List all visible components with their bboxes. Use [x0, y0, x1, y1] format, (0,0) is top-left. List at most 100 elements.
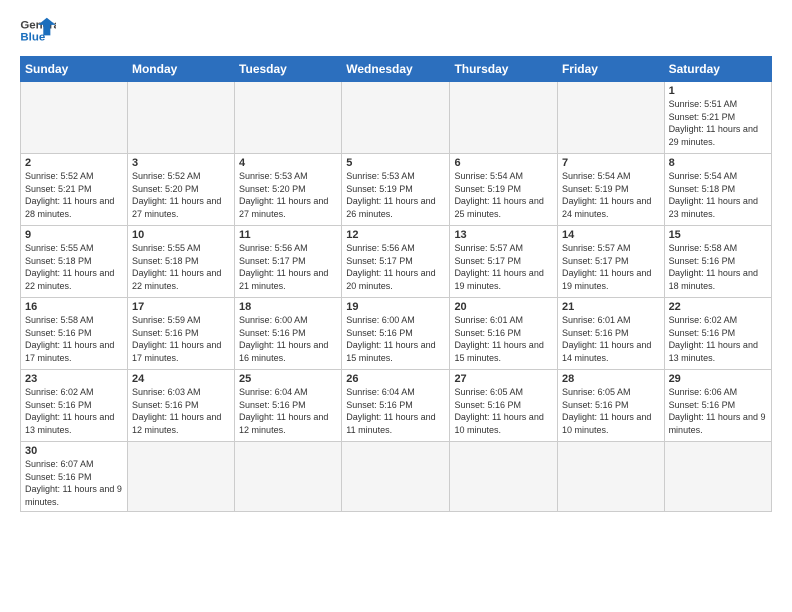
day-number: 13: [454, 229, 553, 241]
day-info: Sunrise: 5:52 AM Sunset: 5:20 PM Dayligh…: [132, 170, 230, 220]
day-info: Sunrise: 5:55 AM Sunset: 5:18 PM Dayligh…: [25, 242, 123, 292]
calendar-cell: 8Sunrise: 5:54 AM Sunset: 5:18 PM Daylig…: [664, 154, 771, 226]
calendar-cell: [342, 82, 450, 154]
calendar-cell: 23Sunrise: 6:02 AM Sunset: 5:16 PM Dayli…: [21, 370, 128, 442]
calendar-cell: 11Sunrise: 5:56 AM Sunset: 5:17 PM Dayli…: [235, 226, 342, 298]
week-row-5: 23Sunrise: 6:02 AM Sunset: 5:16 PM Dayli…: [21, 370, 772, 442]
calendar-cell: 9Sunrise: 5:55 AM Sunset: 5:18 PM Daylig…: [21, 226, 128, 298]
logo-icon: General Blue: [20, 16, 56, 46]
calendar-cell: 2Sunrise: 5:52 AM Sunset: 5:21 PM Daylig…: [21, 154, 128, 226]
day-info: Sunrise: 5:54 AM Sunset: 5:18 PM Dayligh…: [669, 170, 767, 220]
calendar-cell: [557, 82, 664, 154]
day-info: Sunrise: 5:54 AM Sunset: 5:19 PM Dayligh…: [562, 170, 660, 220]
day-number: 28: [562, 373, 660, 385]
calendar-cell: 21Sunrise: 6:01 AM Sunset: 5:16 PM Dayli…: [557, 298, 664, 370]
calendar-cell: [21, 82, 128, 154]
calendar-cell: 30Sunrise: 6:07 AM Sunset: 5:16 PM Dayli…: [21, 442, 128, 512]
day-info: Sunrise: 5:53 AM Sunset: 5:19 PM Dayligh…: [346, 170, 445, 220]
calendar-cell: [235, 82, 342, 154]
day-info: Sunrise: 5:57 AM Sunset: 5:17 PM Dayligh…: [454, 242, 553, 292]
day-info: Sunrise: 5:58 AM Sunset: 5:16 PM Dayligh…: [669, 242, 767, 292]
calendar-cell: 26Sunrise: 6:04 AM Sunset: 5:16 PM Dayli…: [342, 370, 450, 442]
day-info: Sunrise: 6:01 AM Sunset: 5:16 PM Dayligh…: [454, 314, 553, 364]
logo: General Blue: [20, 16, 56, 46]
calendar-cell: 27Sunrise: 6:05 AM Sunset: 5:16 PM Dayli…: [450, 370, 558, 442]
day-info: Sunrise: 5:51 AM Sunset: 5:21 PM Dayligh…: [669, 98, 767, 148]
day-info: Sunrise: 6:00 AM Sunset: 5:16 PM Dayligh…: [346, 314, 445, 364]
calendar-cell: [127, 82, 234, 154]
calendar-cell: [664, 442, 771, 512]
day-number: 27: [454, 373, 553, 385]
day-info: Sunrise: 6:00 AM Sunset: 5:16 PM Dayligh…: [239, 314, 337, 364]
weekday-header-monday: Monday: [127, 57, 234, 82]
day-number: 10: [132, 229, 230, 241]
day-info: Sunrise: 5:53 AM Sunset: 5:20 PM Dayligh…: [239, 170, 337, 220]
day-number: 19: [346, 301, 445, 313]
day-number: 15: [669, 229, 767, 241]
calendar-cell: 22Sunrise: 6:02 AM Sunset: 5:16 PM Dayli…: [664, 298, 771, 370]
page: General Blue SundayMondayTuesdayWednesda…: [0, 0, 792, 522]
weekday-header-sunday: Sunday: [21, 57, 128, 82]
week-row-2: 2Sunrise: 5:52 AM Sunset: 5:21 PM Daylig…: [21, 154, 772, 226]
day-number: 24: [132, 373, 230, 385]
day-number: 30: [25, 445, 123, 457]
day-number: 16: [25, 301, 123, 313]
day-number: 22: [669, 301, 767, 313]
day-number: 20: [454, 301, 553, 313]
day-number: 17: [132, 301, 230, 313]
weekday-header-saturday: Saturday: [664, 57, 771, 82]
calendar-cell: 14Sunrise: 5:57 AM Sunset: 5:17 PM Dayli…: [557, 226, 664, 298]
svg-text:Blue: Blue: [20, 32, 45, 44]
day-number: 11: [239, 229, 337, 241]
day-info: Sunrise: 6:01 AM Sunset: 5:16 PM Dayligh…: [562, 314, 660, 364]
day-number: 5: [346, 157, 445, 169]
week-row-6: 30Sunrise: 6:07 AM Sunset: 5:16 PM Dayli…: [21, 442, 772, 512]
day-number: 6: [454, 157, 553, 169]
header: General Blue: [20, 16, 772, 46]
calendar-cell: 17Sunrise: 5:59 AM Sunset: 5:16 PM Dayli…: [127, 298, 234, 370]
calendar-cell: 12Sunrise: 5:56 AM Sunset: 5:17 PM Dayli…: [342, 226, 450, 298]
week-row-4: 16Sunrise: 5:58 AM Sunset: 5:16 PM Dayli…: [21, 298, 772, 370]
calendar: SundayMondayTuesdayWednesdayThursdayFrid…: [20, 56, 772, 512]
day-info: Sunrise: 5:57 AM Sunset: 5:17 PM Dayligh…: [562, 242, 660, 292]
calendar-cell: 1Sunrise: 5:51 AM Sunset: 5:21 PM Daylig…: [664, 82, 771, 154]
day-info: Sunrise: 6:05 AM Sunset: 5:16 PM Dayligh…: [454, 386, 553, 436]
calendar-cell: 24Sunrise: 6:03 AM Sunset: 5:16 PM Dayli…: [127, 370, 234, 442]
calendar-cell: 6Sunrise: 5:54 AM Sunset: 5:19 PM Daylig…: [450, 154, 558, 226]
day-number: 29: [669, 373, 767, 385]
calendar-cell: 10Sunrise: 5:55 AM Sunset: 5:18 PM Dayli…: [127, 226, 234, 298]
week-row-3: 9Sunrise: 5:55 AM Sunset: 5:18 PM Daylig…: [21, 226, 772, 298]
day-info: Sunrise: 6:07 AM Sunset: 5:16 PM Dayligh…: [25, 458, 123, 508]
day-info: Sunrise: 5:54 AM Sunset: 5:19 PM Dayligh…: [454, 170, 553, 220]
day-info: Sunrise: 6:02 AM Sunset: 5:16 PM Dayligh…: [669, 314, 767, 364]
day-number: 9: [25, 229, 123, 241]
calendar-cell: 13Sunrise: 5:57 AM Sunset: 5:17 PM Dayli…: [450, 226, 558, 298]
day-info: Sunrise: 6:04 AM Sunset: 5:16 PM Dayligh…: [346, 386, 445, 436]
calendar-cell: 5Sunrise: 5:53 AM Sunset: 5:19 PM Daylig…: [342, 154, 450, 226]
day-number: 26: [346, 373, 445, 385]
day-number: 8: [669, 157, 767, 169]
day-info: Sunrise: 6:04 AM Sunset: 5:16 PM Dayligh…: [239, 386, 337, 436]
calendar-cell: [557, 442, 664, 512]
calendar-cell: 16Sunrise: 5:58 AM Sunset: 5:16 PM Dayli…: [21, 298, 128, 370]
calendar-cell: 18Sunrise: 6:00 AM Sunset: 5:16 PM Dayli…: [235, 298, 342, 370]
calendar-cell: 19Sunrise: 6:00 AM Sunset: 5:16 PM Dayli…: [342, 298, 450, 370]
day-number: 4: [239, 157, 337, 169]
day-number: 25: [239, 373, 337, 385]
day-number: 7: [562, 157, 660, 169]
day-number: 21: [562, 301, 660, 313]
calendar-cell: 4Sunrise: 5:53 AM Sunset: 5:20 PM Daylig…: [235, 154, 342, 226]
calendar-cell: 28Sunrise: 6:05 AM Sunset: 5:16 PM Dayli…: [557, 370, 664, 442]
day-number: 23: [25, 373, 123, 385]
calendar-cell: 29Sunrise: 6:06 AM Sunset: 5:16 PM Dayli…: [664, 370, 771, 442]
day-number: 3: [132, 157, 230, 169]
day-number: 2: [25, 157, 123, 169]
calendar-cell: [235, 442, 342, 512]
weekday-header-friday: Friday: [557, 57, 664, 82]
day-number: 12: [346, 229, 445, 241]
day-info: Sunrise: 5:52 AM Sunset: 5:21 PM Dayligh…: [25, 170, 123, 220]
day-number: 1: [669, 85, 767, 97]
calendar-cell: 25Sunrise: 6:04 AM Sunset: 5:16 PM Dayli…: [235, 370, 342, 442]
day-info: Sunrise: 5:58 AM Sunset: 5:16 PM Dayligh…: [25, 314, 123, 364]
calendar-cell: [450, 442, 558, 512]
